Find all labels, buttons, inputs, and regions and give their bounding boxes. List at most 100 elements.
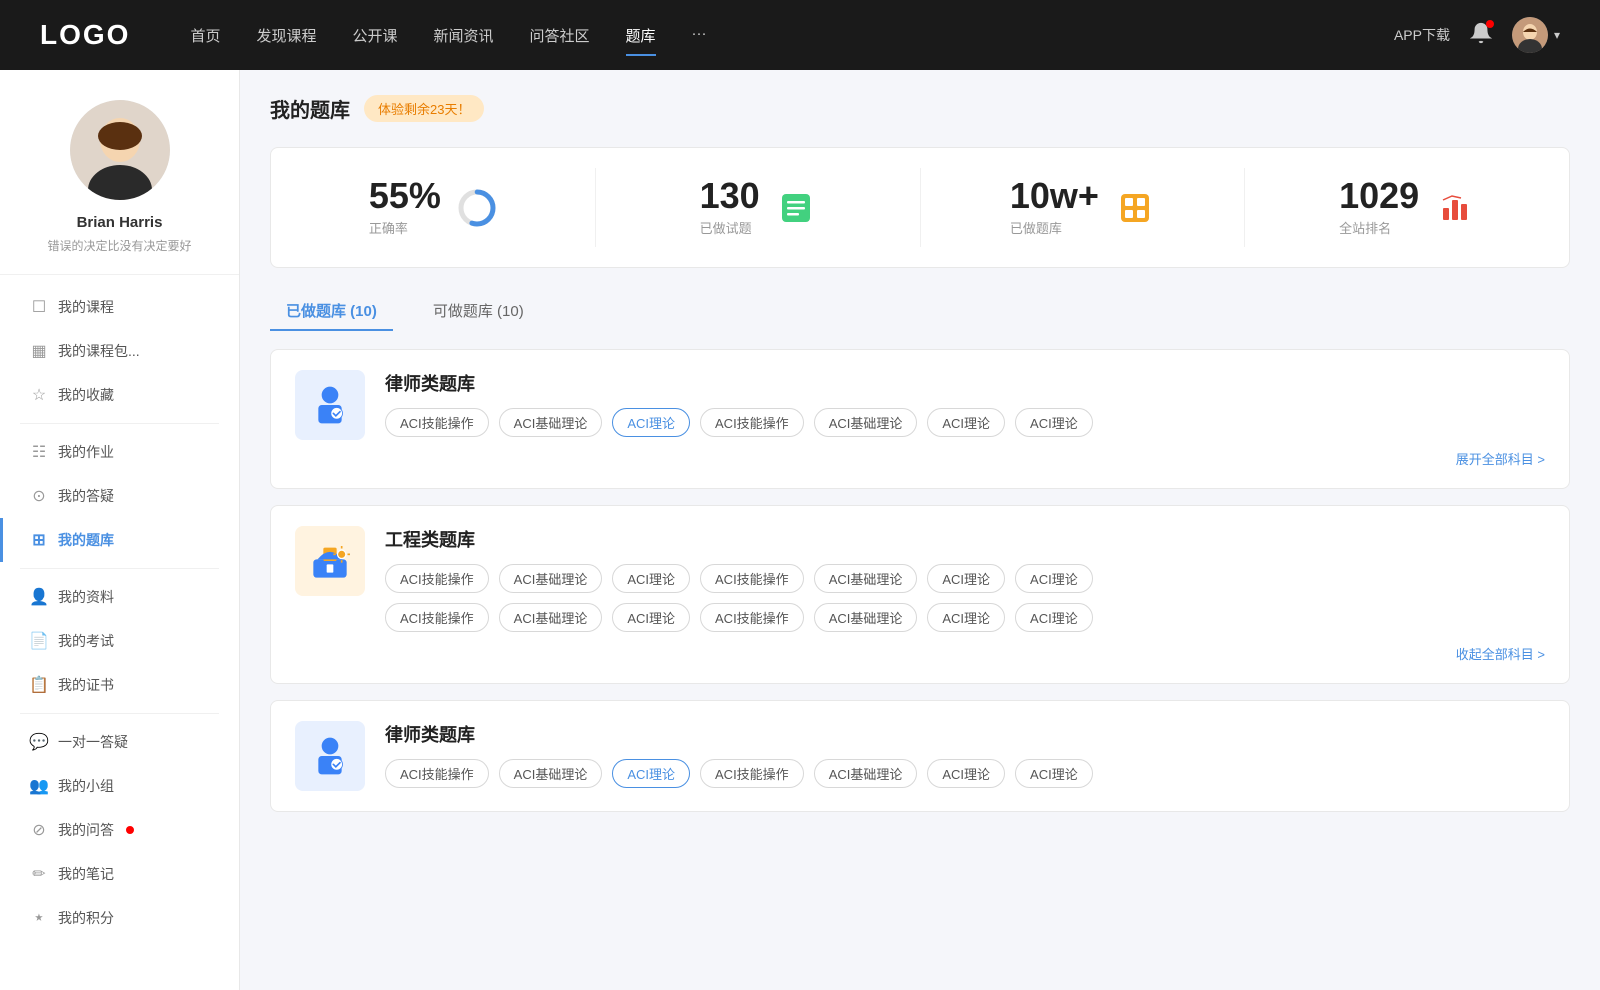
sidebar-item-courses[interactable]: ☐ 我的课程 [0, 285, 239, 329]
tag-item[interactable]: ACI技能操作 [385, 408, 489, 437]
notification-bell[interactable] [1470, 22, 1492, 49]
bar-icon: ▦ [30, 342, 48, 360]
file-icon: ☐ [30, 298, 48, 316]
chat-icon: 💬 [30, 733, 48, 751]
tag-item[interactable]: ACI基础理论 [499, 603, 603, 632]
sidebar-item-myqa[interactable]: ⊘ 我的问答 [0, 808, 239, 852]
nav-discover[interactable]: 发现课程 [256, 21, 316, 50]
page-header: 我的题库 体验剩余23天！ [270, 94, 1570, 123]
collapse-button-engineer[interactable]: 收起全部科目 > [385, 644, 1545, 663]
tag-item[interactable]: ACI理论 [1015, 759, 1093, 788]
qa-icon: ⊘ [30, 821, 48, 839]
user-avatar-wrapper[interactable]: ▾ [1512, 17, 1560, 53]
tab-done-banks[interactable]: 已做题库 (10) [270, 292, 393, 329]
paper-icon: 📄 [30, 632, 48, 650]
qbank-card-engineer: 工程类题库 ACI技能操作 ACI基础理论 ACI理论 ACI技能操作 ACI基… [270, 505, 1570, 684]
qa-notification-dot [126, 826, 134, 834]
nav-opencourse[interactable]: 公开课 [352, 21, 397, 50]
tag-item[interactable]: ACI技能操作 [700, 759, 804, 788]
qbank-lawyer-icon-1 [295, 370, 365, 440]
tag-item[interactable]: ACI理论 [927, 408, 1005, 437]
navbar-right: APP下载 ▾ [1394, 17, 1560, 53]
doc-icon: ☷ [30, 443, 48, 461]
sidebar-item-group[interactable]: 👥 我的小组 [0, 764, 239, 808]
app-download-button[interactable]: APP下载 [1394, 25, 1450, 45]
tag-item-active[interactable]: ACI理论 [612, 759, 690, 788]
sidebar-item-points[interactable]: ⭑ 我的积分 [0, 896, 239, 940]
stat-done-questions-label: 已做试题 [700, 218, 760, 237]
sidebar-item-profile[interactable]: 👤 我的资料 [0, 575, 239, 619]
tag-item[interactable]: ACI理论 [927, 759, 1005, 788]
tag-item[interactable]: ACI基础理论 [814, 759, 918, 788]
qbank-lawyer-2-name: 律师类题库 [385, 721, 1545, 747]
sidebar-item-exam[interactable]: 📄 我的考试 [0, 619, 239, 663]
tag-item[interactable]: ACI理论 [612, 564, 690, 593]
divider-3 [20, 713, 219, 714]
logo[interactable]: LOGO [40, 19, 130, 51]
qbank-lawyer-1-tags: ACI技能操作 ACI基础理论 ACI理论 ACI技能操作 ACI基础理论 AC… [385, 408, 1545, 437]
nav-qa[interactable]: 问答社区 [530, 21, 590, 50]
sidebar-item-notes[interactable]: ✏ 我的笔记 [0, 852, 239, 896]
tag-item[interactable]: ACI基础理论 [814, 408, 918, 437]
tag-item[interactable]: ACI基础理论 [499, 564, 603, 593]
stat-accuracy-number: 55% [369, 178, 441, 214]
tag-item-active[interactable]: ACI理论 [612, 408, 690, 437]
qbank-lawyer-2-tags: ACI技能操作 ACI基础理论 ACI理论 ACI技能操作 ACI基础理论 AC… [385, 759, 1545, 788]
profile-section: Brian Harris 错误的决定比没有决定要好 [0, 70, 239, 275]
sidebar-item-favorites[interactable]: ☆ 我的收藏 [0, 373, 239, 417]
stat-accuracy: 55% 正确率 [271, 168, 596, 247]
sidebar-item-homework[interactable]: ☷ 我的作业 [0, 430, 239, 474]
tag-item[interactable]: ACI基础理论 [499, 759, 603, 788]
question-icon: ⊙ [30, 487, 48, 505]
nav-news[interactable]: 新闻资讯 [434, 21, 494, 50]
stat-accuracy-label: 正确率 [369, 218, 441, 237]
profile-avatar [70, 100, 170, 200]
tag-item[interactable]: ACI理论 [1015, 603, 1093, 632]
tag-item[interactable]: ACI理论 [927, 603, 1005, 632]
sidebar-item-tutoring[interactable]: 💬 一对一答疑 [0, 720, 239, 764]
avatar [1512, 17, 1548, 53]
tag-item[interactable]: ACI理论 [927, 564, 1005, 593]
grid-icon: ⊞ [30, 531, 48, 549]
sidebar-menu: ☐ 我的课程 ▦ 我的课程包... ☆ 我的收藏 ☷ 我的作业 ⊙ 我的答疑 ⊞ [0, 285, 239, 940]
tag-item[interactable]: ACI技能操作 [385, 759, 489, 788]
tag-item[interactable]: ACI技能操作 [700, 564, 804, 593]
table-icon [1115, 188, 1155, 228]
sidebar-item-course-packages[interactable]: ▦ 我的课程包... [0, 329, 239, 373]
profile-name: Brian Harris [77, 214, 163, 231]
sidebar-item-certificate[interactable]: 📋 我的证书 [0, 663, 239, 707]
sidebar-item-qa[interactable]: ⊙ 我的答疑 [0, 474, 239, 518]
stat-done-banks-label: 已做题库 [1010, 218, 1099, 237]
sidebar: Brian Harris 错误的决定比没有决定要好 ☐ 我的课程 ▦ 我的课程包… [0, 70, 240, 990]
stat-done-questions-number: 130 [700, 178, 760, 214]
star-icon: ☆ [30, 386, 48, 404]
pie-chart-icon [457, 188, 497, 228]
tag-item[interactable]: ACI技能操作 [385, 603, 489, 632]
tag-item[interactable]: ACI理论 [612, 603, 690, 632]
tag-item[interactable]: ACI理论 [1015, 408, 1093, 437]
page-title: 我的题库 [270, 94, 350, 123]
nav-questionbank[interactable]: 题库 [626, 21, 656, 50]
tag-item[interactable]: ACI基础理论 [814, 564, 918, 593]
stat-done-banks-number: 10w+ [1010, 178, 1099, 214]
tag-item[interactable]: ACI技能操作 [700, 408, 804, 437]
tag-item[interactable]: ACI技能操作 [385, 564, 489, 593]
expand-button-lawyer-1[interactable]: 展开全部科目 > [385, 449, 1545, 468]
tag-item[interactable]: ACI理论 [1015, 564, 1093, 593]
nav-more[interactable]: ··· [692, 21, 707, 50]
tag-item[interactable]: ACI基础理论 [499, 408, 603, 437]
navbar: LOGO 首页 发现课程 公开课 新闻资讯 问答社区 题库 ··· APP下载 [0, 0, 1600, 70]
chevron-down-icon: ▾ [1554, 28, 1560, 42]
qbank-engineer-icon [295, 526, 365, 596]
nav-menu: 首页 发现课程 公开课 新闻资讯 问答社区 题库 ··· [190, 21, 1394, 50]
qbank-engineer-tags-row2: ACI技能操作 ACI基础理论 ACI理论 ACI技能操作 ACI基础理论 AC… [385, 603, 1545, 632]
tab-available-banks[interactable]: 可做题库 (10) [417, 292, 540, 329]
trial-badge: 体验剩余23天！ [364, 95, 484, 122]
sidebar-item-questionbank[interactable]: ⊞ 我的题库 [0, 518, 239, 562]
nav-home[interactable]: 首页 [190, 21, 220, 50]
tag-item[interactable]: ACI技能操作 [700, 603, 804, 632]
qbank-engineer-name: 工程类题库 [385, 526, 1545, 552]
note-icon: ✏ [30, 865, 48, 883]
divider-1 [20, 423, 219, 424]
tag-item[interactable]: ACI基础理论 [814, 603, 918, 632]
